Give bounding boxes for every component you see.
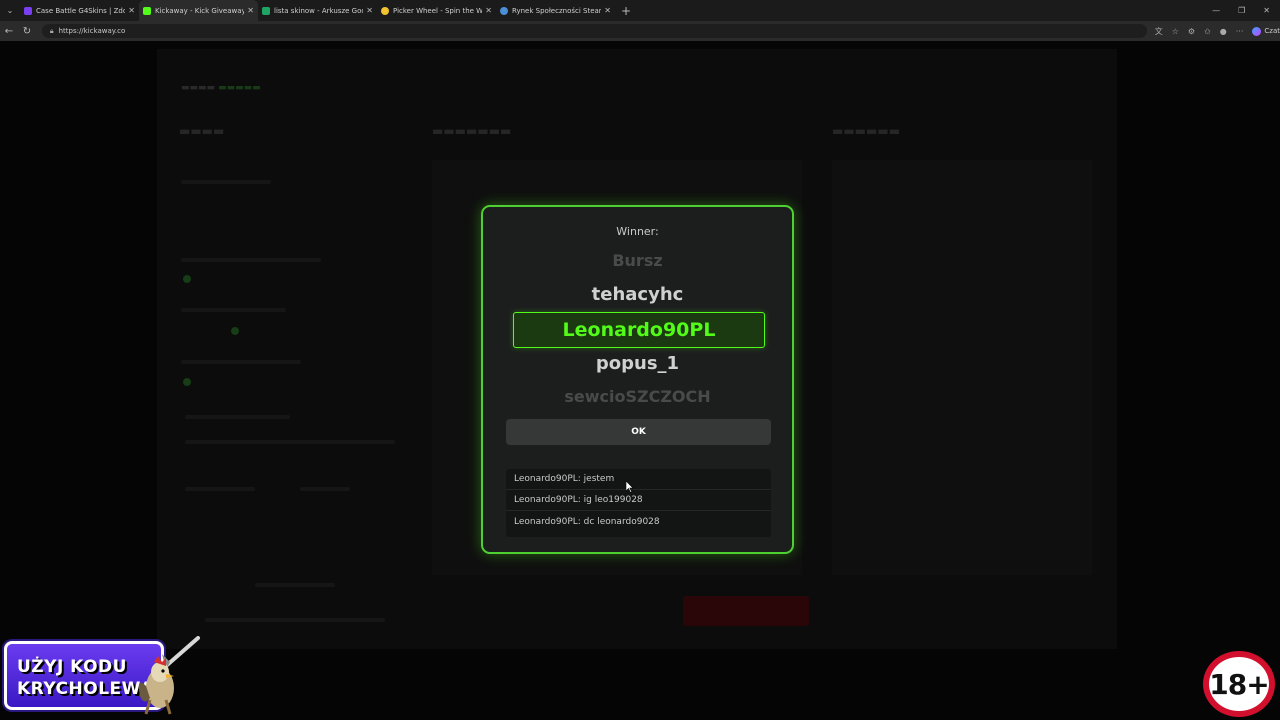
background-line xyxy=(185,440,395,444)
close-tab-icon[interactable]: ✕ xyxy=(604,6,611,15)
background-winners-heading: ▬▬▬▬▬▬ xyxy=(832,124,901,138)
roll-name: Bursz xyxy=(612,251,663,270)
background-settings-heading: ▬▬▬▬ xyxy=(179,124,225,138)
close-tab-icon[interactable]: ✕ xyxy=(366,6,373,15)
age-restriction-badge: 18+ xyxy=(1203,651,1275,717)
roll-name: popus_1 xyxy=(595,353,680,374)
address-bar-row: ← ↻ 🔒︎ https://kickaway.co 文 ☆ ⚙ ✩ ● ···… xyxy=(0,21,1280,41)
winner-label: Winner: xyxy=(616,225,659,238)
promo-line-2: KRYCHOLEWA xyxy=(17,679,154,699)
copilot-icon xyxy=(1252,26,1262,36)
tab-steam-market[interactable]: Rynek Społeczności Steam :: Ofert ✕ xyxy=(496,0,615,21)
background-line xyxy=(185,415,290,419)
background-participants-heading: ▬▬▬▬▬▬▬ xyxy=(432,124,512,138)
background-line xyxy=(181,180,271,184)
background-stop-button xyxy=(683,596,809,626)
background-toggle xyxy=(183,378,191,386)
close-tab-icon[interactable]: ✕ xyxy=(485,6,492,15)
tab-case-battle[interactable]: Case Battle G4Skins | Zdobywaj sk ✕ xyxy=(20,0,139,21)
background-logo: ▬▬▬▬ ▬▬▬▬▬ xyxy=(181,83,261,93)
reload-icon[interactable]: ↻ xyxy=(18,26,36,37)
tab-favicon-icon xyxy=(262,6,270,15)
tab-strip: ⌄ Case Battle G4Skins | Zdobywaj sk ✕ Ki… xyxy=(0,0,1280,21)
close-tab-icon[interactable]: ✕ xyxy=(247,6,254,15)
age-badge-text: 18+ xyxy=(1209,667,1269,701)
winner-chat-messages: Leonardo90PL: jestem Leonardo90PL: ig le… xyxy=(506,469,771,537)
minimize-icon[interactable]: — xyxy=(1212,6,1220,15)
favorite-star-icon[interactable]: ☆ xyxy=(1172,27,1179,36)
lock-icon[interactable]: 🔒︎ xyxy=(50,27,54,36)
tab-picker-wheel[interactable]: Picker Wheel - Spin the Wheel to ✕ xyxy=(377,0,496,21)
winner-modal: Winner: Bursz tehacyhc Leonardo90PL popu… xyxy=(481,205,794,554)
favorites-icon[interactable]: ✩ xyxy=(1204,27,1211,36)
background-toggle xyxy=(183,275,191,283)
background-line xyxy=(185,487,255,491)
new-tab-icon[interactable]: + xyxy=(615,4,631,18)
background-winners-box xyxy=(832,160,1092,575)
url-field[interactable]: 🔒︎ https://kickaway.co xyxy=(41,24,1147,38)
tab-kickaway[interactable]: Kickaway - Kick Giveaway Tool ✕ xyxy=(139,0,258,21)
background-toggle xyxy=(231,327,239,335)
chat-message: Leonardo90PL: jestem xyxy=(506,469,771,490)
roll-name: tehacyhc xyxy=(591,284,684,305)
close-tab-icon[interactable]: ✕ xyxy=(128,6,135,15)
profile-icon[interactable]: ● xyxy=(1220,27,1227,36)
close-window-icon[interactable]: ✕ xyxy=(1263,6,1270,15)
toolbar-icons: 文 ☆ ⚙ ✩ ● ··· Czat xyxy=(1155,26,1280,37)
extensions-icon[interactable]: ⚙ xyxy=(1188,27,1195,36)
tab-favicon-icon xyxy=(24,6,32,15)
window-controls: — ❐ ✕ xyxy=(1212,0,1280,21)
rooster-mascot-icon xyxy=(136,636,204,716)
background-line xyxy=(181,258,321,262)
tab-favicon-icon xyxy=(143,6,151,15)
background-line xyxy=(181,308,286,312)
tab-favicon-icon xyxy=(500,6,508,15)
tab-google-sheets[interactable]: lista skinow - Arkusze Google ✕ xyxy=(258,0,377,21)
translate-icon[interactable]: 文 xyxy=(1155,26,1163,37)
copilot-button[interactable]: Czat xyxy=(1252,26,1280,36)
background-line xyxy=(181,360,301,364)
url-text: https://kickaway.co xyxy=(58,27,126,35)
chat-message: Leonardo90PL: ig leo199028 xyxy=(506,490,771,511)
background-line xyxy=(255,583,335,587)
more-menu-icon[interactable]: ··· xyxy=(1236,27,1244,36)
winner-name: Leonardo90PL xyxy=(513,312,765,348)
ok-button[interactable]: OK xyxy=(506,419,771,445)
background-line xyxy=(300,487,350,491)
chat-message: Leonardo90PL: dc leonardo9028 xyxy=(514,516,660,527)
promo-line-1: UŻYJ KODU xyxy=(17,657,127,677)
tab-actions-menu-icon[interactable]: ⌄ xyxy=(0,0,20,21)
tab-favicon-icon xyxy=(381,6,389,15)
roll-name: sewcioSZCZOCH xyxy=(564,387,711,406)
back-icon[interactable]: ← xyxy=(0,26,18,37)
background-line xyxy=(205,618,385,622)
restore-icon[interactable]: ❐ xyxy=(1238,6,1245,15)
